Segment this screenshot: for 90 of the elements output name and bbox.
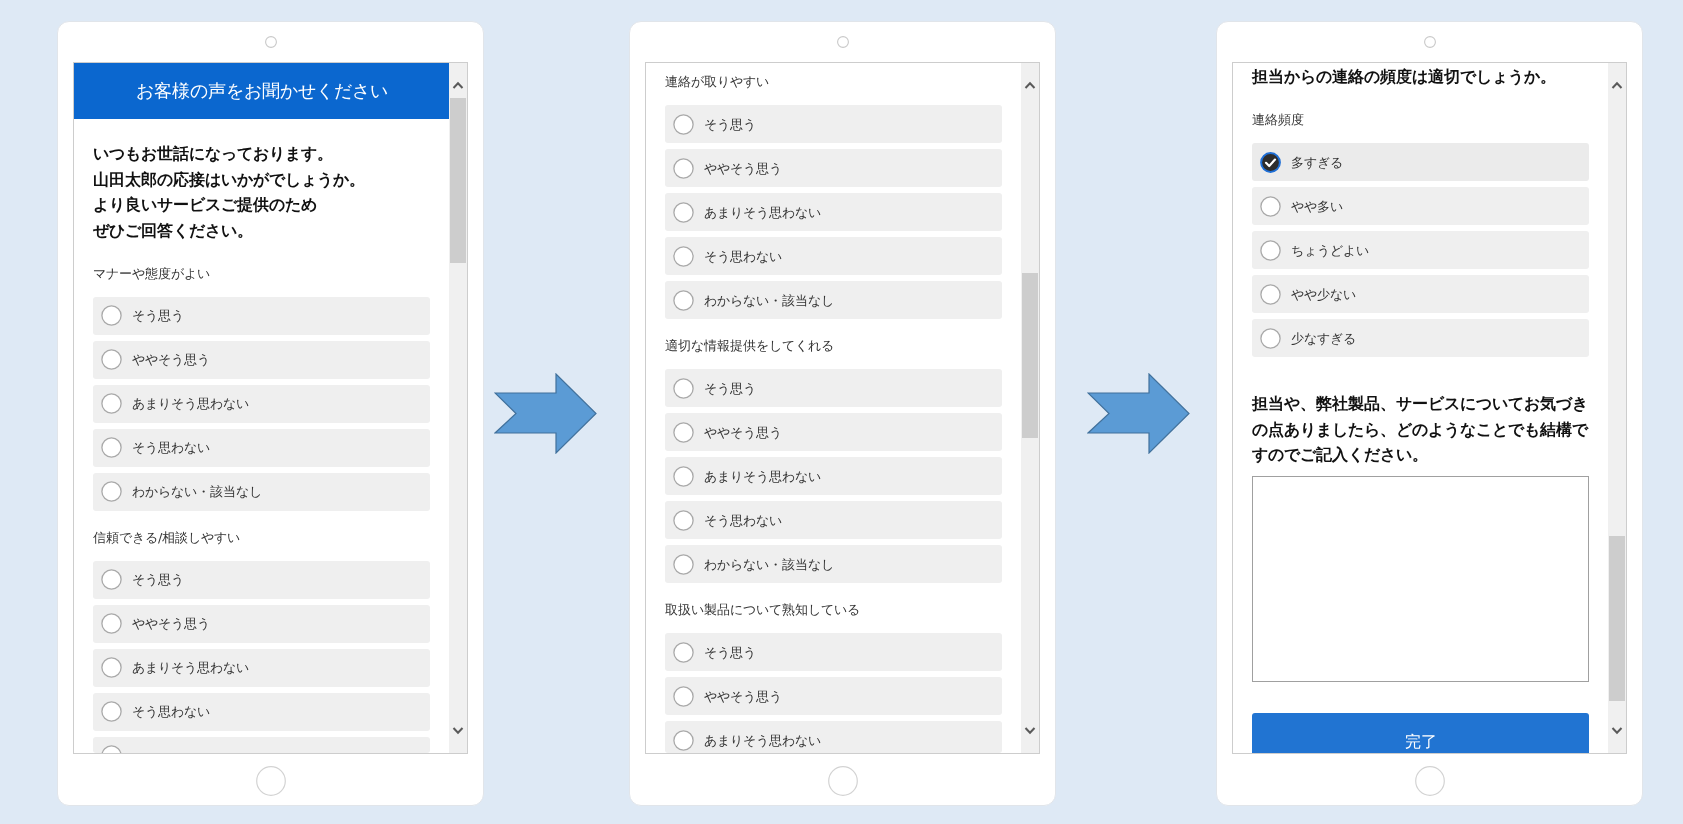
radio-button[interactable] (672, 553, 694, 575)
radio-button[interactable] (100, 657, 122, 678)
answer-option[interactable]: あまりそう思わない (93, 648, 430, 687)
answer-option[interactable]: ややそう思う (665, 413, 1002, 451)
intro-text: ぜひご回答ください。 (93, 219, 253, 242)
answer-option[interactable]: ちょうどよい (1252, 231, 1589, 269)
scroll-up-icon[interactable] (1611, 81, 1623, 89)
radio-button[interactable] (672, 245, 694, 267)
survey-title: お客様の声をお聞かせください (74, 63, 449, 119)
intro-text: より良いサービスご提供のため (93, 194, 317, 216)
comment-field[interactable] (1252, 475, 1589, 682)
answer-option[interactable]: そう思わない (665, 501, 1002, 539)
answer-option[interactable]: そう思う (93, 296, 430, 335)
radio-button[interactable] (672, 201, 694, 223)
radio-button[interactable] (672, 641, 694, 663)
radio-button[interactable] (672, 157, 694, 179)
radio-button[interactable] (1259, 327, 1281, 349)
radio-button[interactable] (100, 349, 122, 370)
radio-button[interactable] (100, 569, 122, 590)
answer-option[interactable]: そう思う (93, 560, 430, 599)
answer-option[interactable]: そう思う (665, 633, 1002, 671)
answer-option[interactable]: そう思わない (93, 692, 430, 731)
intro-text: 山田太郎の応接はいかがでしょうか。 (93, 168, 365, 191)
home-button-icon (255, 766, 286, 796)
answer-option[interactable]: あまりそう思わない (665, 721, 1002, 753)
camera-icon (264, 36, 277, 48)
radio-button[interactable] (672, 421, 694, 443)
radio-button[interactable] (1259, 151, 1281, 173)
question-label: 取扱い製品について熟知している (665, 601, 861, 619)
question-label: 連絡が取りやすい (665, 73, 770, 91)
question-heading: 担当からの連絡の頻度は適切でしょうか。 (1252, 66, 1556, 88)
answer-option[interactable]: ややそう思う (665, 677, 1002, 715)
intro-text: いつもお世話になっております。 (93, 143, 333, 165)
radio-button[interactable] (100, 393, 122, 414)
radio-button[interactable] (672, 377, 694, 399)
radio-button[interactable] (672, 289, 694, 311)
answer-option[interactable]: あまりそう思わない (93, 384, 430, 423)
radio-button[interactable] (100, 437, 122, 458)
radio-button[interactable] (672, 729, 694, 751)
scroll-up-icon[interactable] (452, 81, 464, 89)
question-label: 信頼できる/相談しやすい (93, 528, 242, 547)
answer-option[interactable]: 多すぎる (1252, 143, 1589, 181)
answer-option[interactable]: わからない・該当なし (665, 281, 1002, 319)
scroll-down-icon[interactable] (1024, 727, 1036, 735)
radio-button[interactable] (672, 113, 694, 135)
radio-button[interactable] (1259, 195, 1281, 217)
answer-option[interactable]: ややそう思う (93, 340, 430, 379)
scrollbar-track[interactable] (1608, 63, 1626, 753)
answer-option[interactable]: 少なすぎる (1252, 319, 1589, 357)
scrollbar-thumb[interactable] (1022, 273, 1038, 438)
home-button-icon (1414, 766, 1445, 796)
answer-option[interactable]: わからない・該当なし (665, 545, 1002, 583)
question-label: マナーや態度がよい (93, 264, 211, 283)
radio-button[interactable] (100, 745, 122, 753)
radio-button[interactable] (672, 509, 694, 531)
radio-button[interactable] (1259, 283, 1281, 305)
camera-icon (836, 36, 849, 48)
question-label: 連絡頻度 (1252, 111, 1305, 129)
answer-option[interactable]: あまりそう思わない (665, 457, 1002, 495)
radio-button[interactable] (100, 481, 122, 502)
answer-option[interactable]: そう思う (665, 369, 1002, 407)
scroll-up-icon[interactable] (1024, 81, 1036, 89)
answer-option[interactable]: やや少ない (1252, 275, 1589, 313)
camera-icon (1423, 36, 1436, 48)
radio-button[interactable] (100, 613, 122, 634)
answer-option[interactable]: あまりそう思わない (665, 193, 1002, 231)
right-arrow-icon (494, 373, 597, 454)
radio-button[interactable] (672, 465, 694, 487)
answer-option[interactable]: わからない・該当なし (93, 472, 430, 511)
right-arrow-icon (1087, 373, 1190, 454)
radio-button[interactable] (100, 701, 122, 722)
scroll-down-icon[interactable] (1611, 727, 1623, 735)
scrollbar-track[interactable] (449, 63, 467, 753)
radio-button[interactable] (672, 685, 694, 707)
answer-option[interactable]: そう思わない (665, 237, 1002, 275)
radio-button[interactable] (100, 305, 122, 326)
radio-button[interactable] (1259, 239, 1281, 261)
scroll-down-icon[interactable] (452, 727, 464, 735)
question-label: 適切な情報提供をしてくれる (665, 337, 835, 355)
comment-prompt: 担当や、弊社製品、サービスについてお気づきの点ありましたら、どのようなことでも結構ですのでご記入ください。 (1252, 393, 1589, 466)
scrollbar-thumb[interactable] (450, 98, 466, 263)
scrollbar-track[interactable] (1021, 63, 1039, 753)
answer-option[interactable]: やや多い (1252, 187, 1589, 225)
home-button-icon (827, 766, 858, 796)
answer-option[interactable]: そう思う (665, 105, 1002, 143)
answer-option[interactable]: ややそう思う (665, 149, 1002, 187)
answer-option[interactable]: そう思わない (93, 428, 430, 467)
answer-option[interactable]: ややそう思う (93, 604, 430, 643)
submit-button[interactable]: 完了 (1252, 713, 1589, 753)
scrollbar-thumb[interactable] (1609, 536, 1625, 701)
